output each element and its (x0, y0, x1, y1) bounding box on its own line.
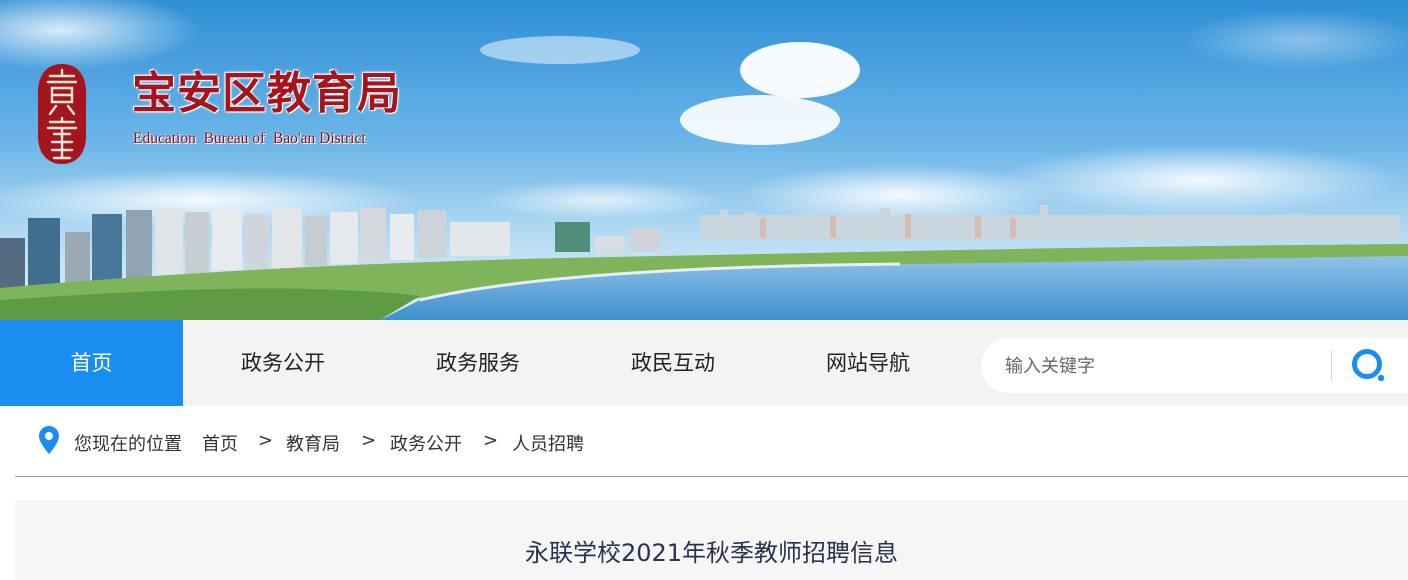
breadcrumb-separator: > (258, 430, 274, 451)
article-panel: 永联学校2021年秋季教师招聘信息 (15, 500, 1408, 580)
article-title: 永联学校2021年秋季教师招聘信息 (524, 539, 899, 567)
breadcrumb-bureau[interactable]: 教育局 (286, 430, 340, 456)
breadcrumb-prefix: 您现在的位置 (74, 434, 182, 455)
breadcrumb-home[interactable]: 首页 (202, 430, 238, 456)
seal-logo-icon (38, 64, 86, 164)
logo-title-cn[interactable]: 宝安区教育局 (132, 72, 402, 116)
nav-item-site-navigation[interactable]: 网站导航 (768, 320, 968, 406)
breadcrumb-gov-affairs[interactable]: 政务公开 (390, 430, 462, 456)
search-input[interactable] (1003, 350, 1307, 382)
header-banner: 宝安区教育局 Education Bureau of Bao'an Distri… (0, 0, 1408, 320)
breadcrumb-divider (15, 476, 1408, 477)
nav-item-home[interactable]: 首页 (0, 320, 183, 406)
logo-title-en[interactable]: Education Bureau of Bao'an District (133, 130, 366, 148)
breadcrumb-separator: > (483, 430, 499, 451)
breadcrumb: 您现在的位置 首页 > 教育局 > 政务公开 > 人员招聘 (0, 406, 1408, 476)
search-divider (1331, 350, 1332, 382)
nav-item-government-affairs[interactable]: 政务公开 (183, 320, 383, 406)
breadcrumb-separator: > (361, 430, 377, 451)
nav-item-public-interaction[interactable]: 政民互动 (573, 320, 773, 406)
search-box (981, 338, 1408, 393)
banner-scenery (0, 0, 1408, 320)
breadcrumb-recruitment[interactable]: 人员招聘 (512, 430, 584, 456)
search-icon[interactable] (1349, 346, 1389, 386)
nav-item-government-services[interactable]: 政务服务 (378, 320, 578, 406)
location-pin-icon (39, 426, 59, 454)
